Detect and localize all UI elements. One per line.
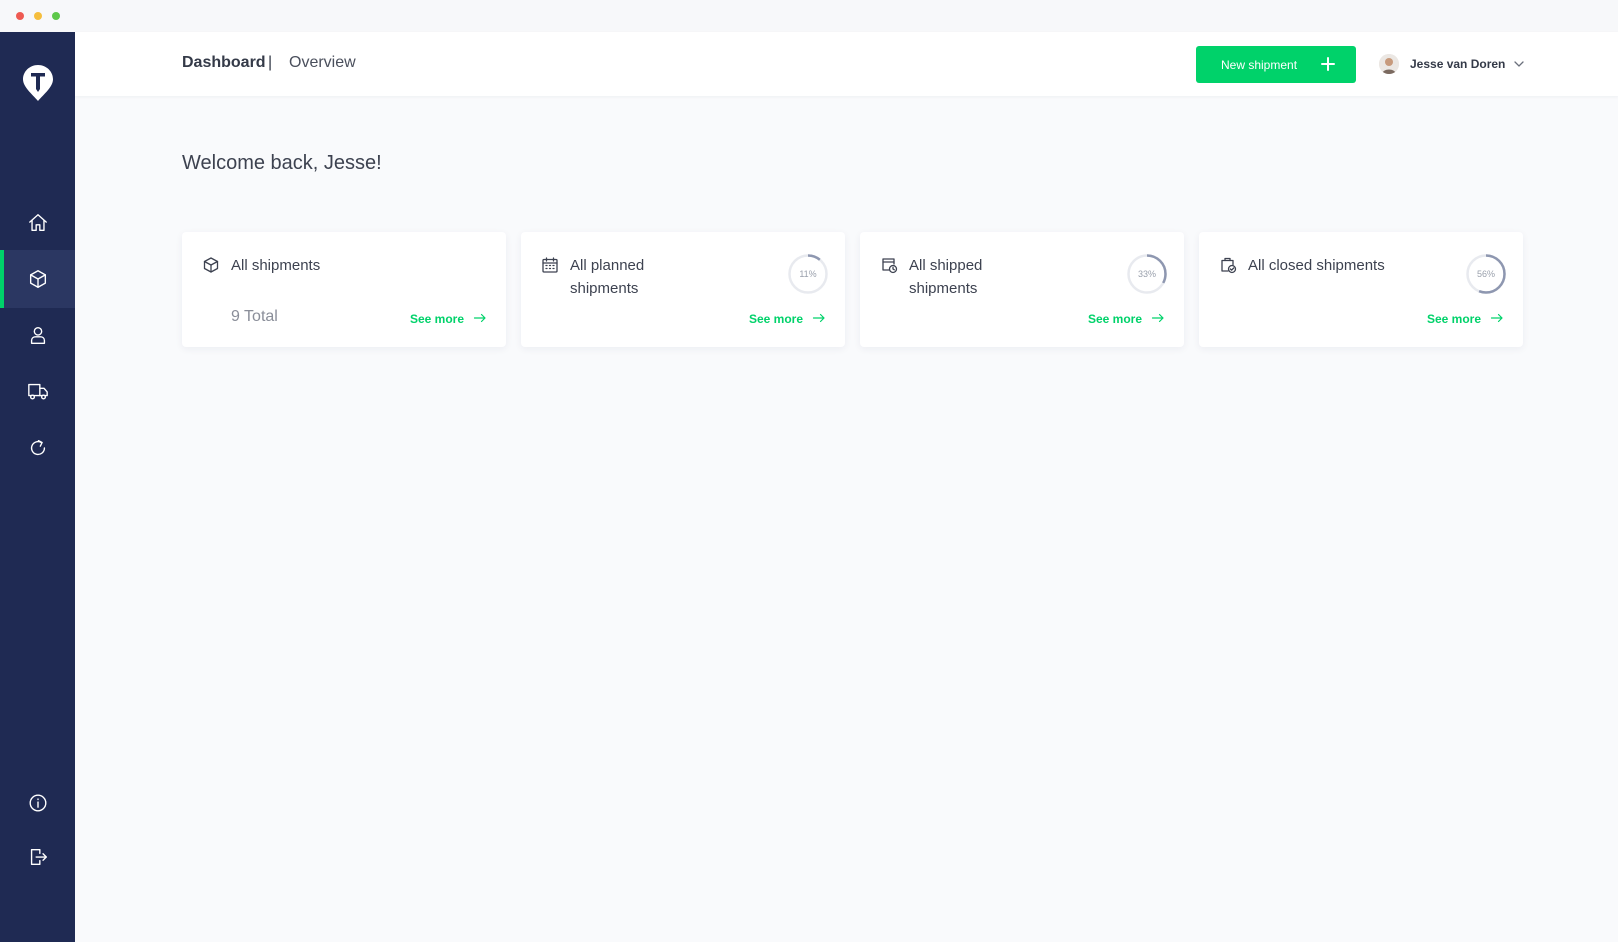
home-icon [28,214,47,232]
refresh-icon [30,439,45,456]
card-planned-shipments[interactable]: All planned shipments 11% See more [521,232,845,347]
top-bar: Dashboard | Overview New shipment Jesse … [75,32,1618,96]
arrow-right-icon[interactable] [1151,311,1165,325]
logout-icon [30,848,47,866]
plus-icon [1321,57,1335,71]
box-icon [29,270,46,288]
breadcrumb-separator: | [268,54,273,71]
breadcrumb-current: Overview [289,54,356,71]
main-content: Dashboard | Overview New shipment Jesse … [75,32,1618,942]
sidebar-item-transport[interactable] [0,362,75,420]
card-shipped-shipments[interactable]: All shipped shipments 33% See more [860,232,1184,347]
progress-percent: 11% [799,269,817,279]
card-title: All planned shipments [570,257,645,297]
card-title: All shipped shipments [909,257,983,297]
progress-percent: 33% [1137,269,1156,279]
breadcrumb-title[interactable]: Dashboard [182,54,266,72]
sidebar-item-contacts[interactable] [0,306,75,364]
shipped-icon [880,256,898,274]
truck-icon [27,383,48,400]
window-close-button[interactable] [16,12,24,20]
sidebar-item-home[interactable] [0,194,75,252]
card-title: All closed shipments [1248,257,1385,274]
card-title: All shipments [231,257,321,274]
window-minimize-button[interactable] [34,12,42,20]
sidebar-item-sync[interactable] [0,419,75,477]
app-logo-icon[interactable] [22,64,54,102]
arrow-right-icon[interactable] [1490,311,1504,325]
see-more-link[interactable]: See more [1427,312,1481,326]
new-shipment-button-label: New shipment [1221,57,1298,72]
card-all-shipments[interactable]: All shipments 9 Total See more [182,232,506,347]
chevron-down-icon[interactable] [1512,57,1526,71]
arrow-right-icon[interactable] [473,311,487,325]
sidebar [0,32,75,942]
card-total: 9 Total [231,308,278,325]
progress-percent: 56% [1476,269,1495,279]
calendar-icon [541,256,559,274]
closed-icon [1219,256,1237,274]
user-icon [30,326,45,344]
arrow-right-icon[interactable] [812,311,826,325]
box-icon [202,256,220,274]
sidebar-item-shipments[interactable] [0,250,75,308]
window-maximize-button[interactable] [52,12,60,20]
welcome-heading: Welcome back, Jesse! [182,152,382,174]
window-titlebar [0,0,1618,32]
user-name[interactable]: Jesse van Doren [1410,57,1505,71]
sidebar-item-info[interactable] [0,774,75,832]
card-closed-shipments[interactable]: All closed shipments 56% See more [1199,232,1523,347]
see-more-link[interactable]: See more [749,312,803,326]
info-icon [29,794,46,812]
new-shipment-button[interactable]: New shipment [1196,46,1356,83]
sidebar-item-logout[interactable] [0,828,75,886]
see-more-link[interactable]: See more [1088,312,1142,326]
avatar[interactable] [1379,54,1399,74]
see-more-link[interactable]: See more [410,312,464,326]
